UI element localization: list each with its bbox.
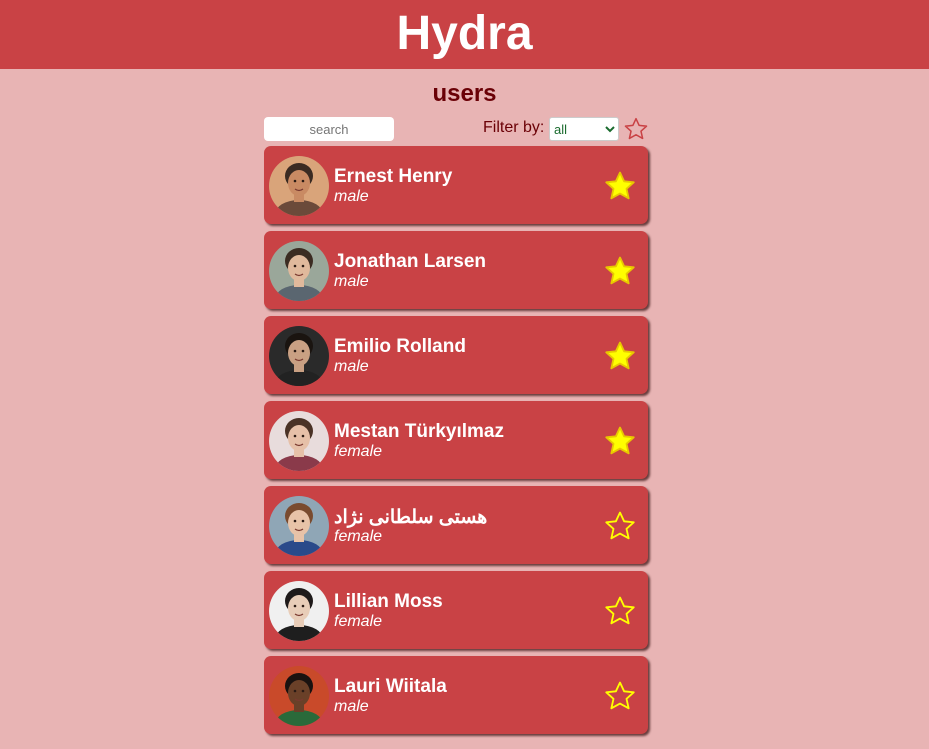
- user-gender: female: [334, 528, 383, 545]
- user-name: Lauri Wiitala: [334, 676, 447, 697]
- avatar-photo: [269, 326, 329, 386]
- avatar: [269, 411, 329, 471]
- avatar-photo: [269, 496, 329, 556]
- favorite-star-icon[interactable]: [603, 424, 637, 458]
- avatar: [269, 666, 329, 726]
- user-name: Ernest Henry: [334, 166, 453, 187]
- favorite-star-icon[interactable]: [603, 254, 637, 288]
- user-card[interactable]: Lauri Wiitala male: [264, 656, 648, 734]
- user-gender: male: [334, 698, 369, 715]
- user-list: Ernest Henry male Jonathan Larsen male E…: [264, 146, 650, 741]
- user-card[interactable]: Jonathan Larsen male: [264, 231, 648, 309]
- user-card[interactable]: هستی سلطانی نژاد female: [264, 486, 648, 564]
- favorite-star-icon[interactable]: [603, 679, 637, 713]
- user-gender: male: [334, 188, 369, 205]
- avatar: [269, 496, 329, 556]
- user-gender: female: [334, 443, 383, 460]
- user-card[interactable]: Lillian Moss female: [264, 571, 648, 649]
- avatar-photo: [269, 666, 329, 726]
- app-title: Hydra: [396, 7, 533, 60]
- favorite-star-icon[interactable]: [603, 594, 637, 628]
- avatar-photo: [269, 241, 329, 301]
- favorite-star-icon[interactable]: [603, 339, 637, 373]
- user-name: Jonathan Larsen: [334, 251, 487, 272]
- avatar: [269, 156, 329, 216]
- user-card[interactable]: Ernest Henry male: [264, 146, 648, 224]
- user-card[interactable]: Mestan Türkyılmaz female: [264, 401, 648, 479]
- avatar: [269, 581, 329, 641]
- page-title: users: [432, 80, 497, 107]
- user-name: هستی سلطانی نژاد: [334, 507, 488, 528]
- favorite-star-icon[interactable]: [603, 169, 637, 203]
- filter-select[interactable]: all: [549, 117, 619, 141]
- user-name: Emilio Rolland: [334, 336, 466, 357]
- filter-label: Filter by:: [483, 119, 545, 136]
- avatar: [269, 241, 329, 301]
- search-input[interactable]: [264, 117, 394, 141]
- filter-bar: Filter by: all: [264, 116, 650, 142]
- avatar-photo: [269, 411, 329, 471]
- user-gender: female: [334, 613, 383, 630]
- user-card[interactable]: Emilio Rolland male: [264, 316, 648, 394]
- avatar: [269, 326, 329, 386]
- user-gender: male: [334, 358, 369, 375]
- avatar-photo: [269, 581, 329, 641]
- user-name: Mestan Türkyılmaz: [334, 421, 504, 442]
- favorite-star-icon[interactable]: [603, 509, 637, 543]
- favorites-filter-star-icon[interactable]: [623, 116, 649, 142]
- avatar-photo: [269, 156, 329, 216]
- user-gender: male: [334, 273, 369, 290]
- app-header: Hydra: [0, 0, 929, 69]
- user-name: Lillian Moss: [334, 591, 443, 612]
